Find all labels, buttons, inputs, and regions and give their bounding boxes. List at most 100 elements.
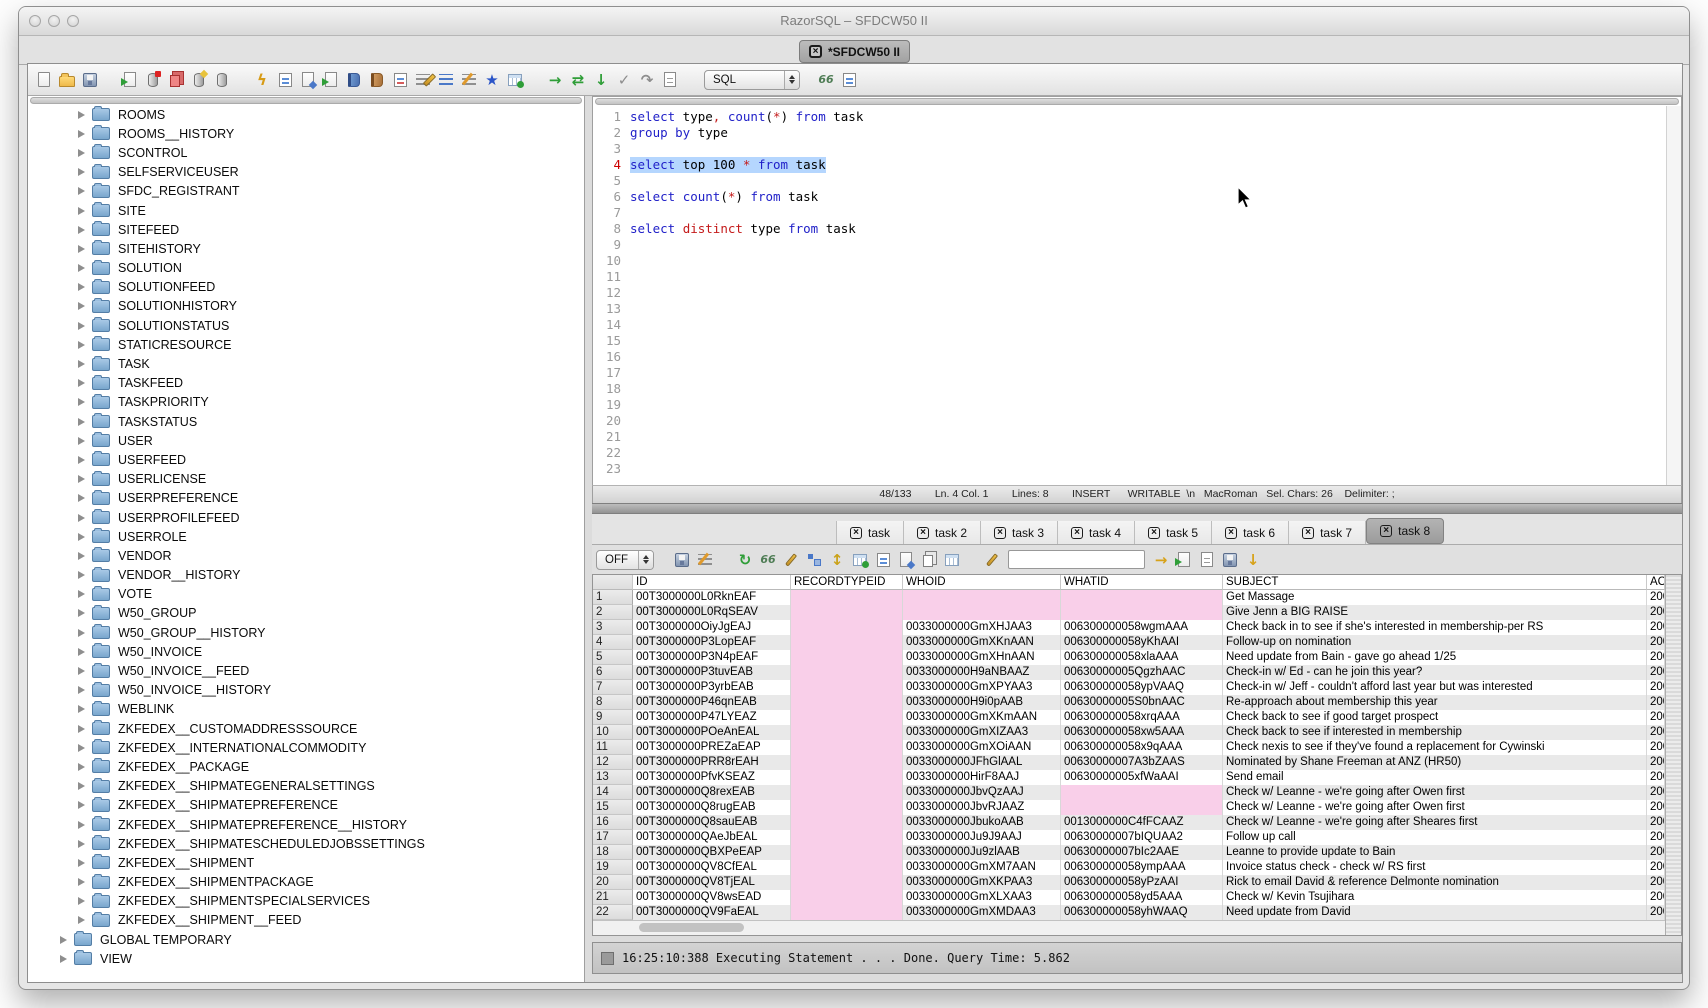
grid-row[interactable]: 200T3000000L0RqSEAVGive Jenn a BIG RAISE… bbox=[593, 605, 1665, 620]
disclosure-triangle-icon[interactable] bbox=[78, 609, 85, 617]
disclosure-triangle-icon[interactable] bbox=[78, 725, 85, 733]
disclosure-triangle-icon[interactable] bbox=[78, 475, 85, 483]
tree-item[interactable]: ROOMS bbox=[28, 105, 584, 124]
tree-top-scrollbar[interactable] bbox=[30, 97, 582, 104]
code-line[interactable]: 2group by type bbox=[599, 125, 1666, 141]
grid-row[interactable]: 1900T3000000QV8CfEAL0033000000GmXM7AAN00… bbox=[593, 860, 1665, 875]
grid-row[interactable]: 100T3000000L0RknEAFGet Massage200 bbox=[593, 590, 1665, 605]
grid-row[interactable]: 2200T3000000QV9FaEAL0033000000GmXMDAA300… bbox=[593, 905, 1665, 920]
code-line[interactable]: 12 bbox=[599, 285, 1666, 301]
highlight-pen-icon[interactable] bbox=[982, 550, 1002, 570]
fetch-down-arrow-icon[interactable]: ↓ bbox=[591, 70, 611, 90]
view-glasses-icon[interactable]: 66 bbox=[758, 550, 778, 570]
grid-horizontal-scrollbar[interactable] bbox=[593, 920, 1665, 935]
code-line[interactable]: 17 bbox=[599, 365, 1666, 381]
tree-item[interactable]: USER bbox=[28, 431, 584, 450]
export-table-icon[interactable] bbox=[189, 70, 209, 90]
disclosure-triangle-icon[interactable] bbox=[78, 744, 85, 752]
disclosure-triangle-icon[interactable] bbox=[78, 590, 85, 598]
close-tab-icon[interactable]: × bbox=[809, 45, 822, 58]
checklist-icon[interactable] bbox=[275, 70, 295, 90]
copy-table-icon[interactable] bbox=[166, 70, 186, 90]
disclosure-triangle-icon[interactable] bbox=[78, 226, 85, 234]
disclosure-triangle-icon[interactable] bbox=[78, 322, 85, 330]
grid-row[interactable]: 1800T3000000QBXPeEAP0033000000Ju9zlAAB00… bbox=[593, 845, 1665, 860]
disclosure-triangle-icon[interactable] bbox=[60, 955, 67, 963]
tree-item[interactable]: USERPREFERENCE bbox=[28, 489, 584, 508]
results-list-icon[interactable] bbox=[839, 70, 859, 90]
editor-top-scrollbar[interactable] bbox=[595, 98, 1679, 105]
results-tab-task-3[interactable]: ×task 3 bbox=[981, 521, 1058, 544]
disclosure-triangle-icon[interactable] bbox=[78, 667, 85, 675]
tree-item[interactable]: W50_GROUP__HISTORY bbox=[28, 623, 584, 642]
disclosure-triangle-icon[interactable] bbox=[78, 878, 85, 886]
tree-item[interactable]: VOTE bbox=[28, 585, 584, 604]
code-line[interactable]: 4select top 100 * from task bbox=[599, 157, 1666, 173]
row-limit-select[interactable]: OFF bbox=[596, 550, 654, 570]
download-arrow-icon[interactable]: ↓ bbox=[1243, 550, 1263, 570]
grid-column-header[interactable]: SUBJECT bbox=[1223, 575, 1647, 590]
results-tab-task[interactable]: ×task bbox=[836, 521, 904, 544]
edit-pencil-icon[interactable] bbox=[781, 550, 801, 570]
code-line[interactable]: 13 bbox=[599, 301, 1666, 317]
close-tab-icon[interactable]: × bbox=[917, 527, 929, 539]
grid-row[interactable]: 1700T3000000QAeJbEAL0033000000Ju9J9AAJ00… bbox=[593, 830, 1665, 845]
tree-item[interactable]: WEBLINK bbox=[28, 700, 584, 719]
grid-row[interactable]: 700T3000000P3yrbEAB0033000000GmXPYAA3006… bbox=[593, 680, 1665, 695]
database-cylinder-icon[interactable] bbox=[212, 70, 232, 90]
tree-item[interactable]: W50_INVOICE bbox=[28, 642, 584, 661]
close-tab-icon[interactable]: × bbox=[1148, 527, 1160, 539]
grid-row[interactable]: 1200T3000000PRR8rEAH0033000000JFhGlAAL00… bbox=[593, 755, 1665, 770]
column-select-icon[interactable] bbox=[873, 550, 893, 570]
disclosure-triangle-icon[interactable] bbox=[78, 897, 85, 905]
results-tab-task-5[interactable]: ×task 5 bbox=[1135, 521, 1212, 544]
table-refresh-icon[interactable] bbox=[850, 550, 870, 570]
tree-item[interactable]: ZKFEDEX__SHIPMENT bbox=[28, 853, 584, 872]
select-stepper-icon[interactable] bbox=[784, 71, 799, 89]
tree-item[interactable]: SOLUTIONHISTORY bbox=[28, 297, 584, 316]
tree-item[interactable]: VENDOR__HISTORY bbox=[28, 566, 584, 585]
disclosure-triangle-icon[interactable] bbox=[78, 514, 85, 522]
tree-item[interactable]: SCONTROL bbox=[28, 143, 584, 162]
disclosure-triangle-icon[interactable] bbox=[78, 418, 85, 426]
execute-lightning-icon[interactable]: ϟ bbox=[252, 70, 272, 90]
tree-item[interactable]: SOLUTIONFEED bbox=[28, 278, 584, 297]
tree-item[interactable]: ZKFEDEX__SHIPMENTPACKAGE bbox=[28, 873, 584, 892]
tree-item[interactable]: SITEHISTORY bbox=[28, 239, 584, 258]
horizontal-splitter[interactable] bbox=[592, 503, 1682, 514]
disclosure-triangle-icon[interactable] bbox=[78, 245, 85, 253]
favorites-star-icon[interactable]: ★ bbox=[482, 70, 502, 90]
grid-column-header[interactable]: RECORDTYPEID bbox=[791, 575, 903, 590]
code-line[interactable]: 6select count(*) from task bbox=[599, 189, 1666, 205]
results-tab-task-8[interactable]: ×task 8 bbox=[1366, 518, 1444, 544]
tree-item[interactable]: USERLICENSE bbox=[28, 470, 584, 489]
tree-item[interactable]: USERROLE bbox=[28, 527, 584, 546]
grid-row[interactable]: 1600T3000000Q8sauEAB0033000000JbukoAAB00… bbox=[593, 815, 1665, 830]
grid-row[interactable]: 1400T3000000Q8rexEAB0033000000JbvQzAAJCh… bbox=[593, 785, 1665, 800]
code-line[interactable]: 21 bbox=[599, 429, 1666, 445]
tree-item[interactable]: SITEFEED bbox=[28, 220, 584, 239]
sort-updown-icon[interactable]: ↕ bbox=[827, 550, 847, 570]
code-line[interactable]: 5 bbox=[599, 173, 1666, 189]
disclosure-triangle-icon[interactable] bbox=[78, 629, 85, 637]
disclosure-triangle-icon[interactable] bbox=[78, 763, 85, 771]
history-doc-icon[interactable] bbox=[660, 70, 680, 90]
disclosure-triangle-icon[interactable] bbox=[78, 379, 85, 387]
tree-item[interactable]: ZKFEDEX__SHIPMENTSPECIALSERVICES bbox=[28, 892, 584, 911]
tree-item[interactable]: USERPROFILEFEED bbox=[28, 508, 584, 527]
grid-row[interactable]: 900T3000000P47LYEAZ0033000000GmXKmAAN006… bbox=[593, 710, 1665, 725]
describe-glasses-icon[interactable]: 66 bbox=[816, 70, 836, 90]
zoom-window-button[interactable] bbox=[67, 15, 79, 27]
grid-row[interactable]: 500T3000000P3N4pEAF0033000000GmXHnAAN006… bbox=[593, 650, 1665, 665]
disclosure-triangle-icon[interactable] bbox=[78, 302, 85, 310]
close-tab-icon[interactable]: × bbox=[850, 527, 862, 539]
code-line[interactable]: 8select distinct type from task bbox=[599, 221, 1666, 237]
titlebar[interactable]: RazorSQL – SFDCW50 II bbox=[19, 7, 1689, 36]
code-line[interactable]: 22 bbox=[599, 445, 1666, 461]
disclosure-triangle-icon[interactable] bbox=[78, 686, 85, 694]
rollback-arrow-icon[interactable]: ↷ bbox=[637, 70, 657, 90]
disclosure-triangle-icon[interactable] bbox=[78, 168, 85, 176]
code-line[interactable]: 19 bbox=[599, 397, 1666, 413]
grid-row[interactable]: 1000T3000000POeAnEAL0033000000GmXIZAA300… bbox=[593, 725, 1665, 740]
code-line[interactable]: 7 bbox=[599, 205, 1666, 221]
